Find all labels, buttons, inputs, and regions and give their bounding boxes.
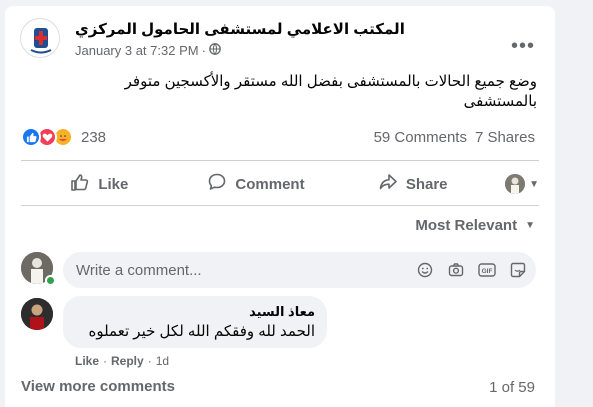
like-reaction-icon: [21, 127, 41, 147]
page-avatar[interactable]: [20, 18, 60, 58]
post-stats: 59 Comments 7 Shares: [374, 129, 535, 146]
online-status-indicator: [45, 275, 56, 286]
post-meta: January 3 at 7:32 PM ·: [75, 43, 221, 58]
gif-icon[interactable]: GIF: [477, 260, 497, 280]
commenter-avatar[interactable]: [21, 298, 53, 330]
share-icon: [378, 172, 398, 196]
reaction-profile-selector[interactable]: ▼: [491, 174, 539, 194]
comment-actions: Like · Reply · 1d: [75, 354, 169, 368]
post-actions: Like Comment Share ▼: [21, 166, 539, 202]
page-name[interactable]: المكتب الاعلامي لمستشفى الحامول المركزي: [75, 20, 405, 38]
divider: [21, 205, 539, 206]
caret-down-icon: ▼: [529, 178, 540, 190]
shares-count[interactable]: 7 Shares: [475, 129, 535, 146]
sticker-icon[interactable]: [508, 260, 528, 280]
emoji-icon[interactable]: [415, 260, 435, 280]
more-options-icon[interactable]: •••: [505, 28, 541, 64]
comment-reply-link[interactable]: Reply: [111, 354, 144, 368]
comment-like-link[interactable]: Like: [75, 354, 99, 368]
profile-avatar: [505, 174, 526, 194]
separator: ·: [147, 354, 152, 368]
composer-tools: GIF: [415, 260, 528, 280]
comment-button[interactable]: Comment: [178, 166, 335, 202]
comment-icon: [207, 172, 227, 196]
comment-sort-selector[interactable]: Most Relevant ▼: [415, 217, 535, 234]
thumbs-up-icon: [70, 172, 90, 196]
comment-author[interactable]: معاذ السيد: [75, 304, 315, 320]
sort-label: Most Relevant: [415, 217, 518, 234]
camera-icon[interactable]: [446, 260, 466, 280]
like-label: Like: [98, 175, 129, 193]
comment-label: Comment: [235, 175, 305, 193]
comment-input[interactable]: [76, 261, 396, 279]
comment-bubble: معاذ السيد الحمد لله وفقكم الله لكل خير …: [63, 296, 327, 348]
comments-count[interactable]: 59 Comments: [374, 129, 467, 146]
view-more-comments-link[interactable]: View more comments: [21, 378, 175, 395]
comment-text: الحمد لله وفقكم الله لكل خير تعملوه: [88, 323, 315, 340]
like-button[interactable]: Like: [21, 166, 178, 202]
reaction-count[interactable]: 238: [81, 129, 106, 146]
comment-composer[interactable]: GIF: [63, 252, 536, 288]
comment-time[interactable]: 1d: [156, 354, 169, 368]
post-date[interactable]: January 3 at 7:32 PM: [75, 43, 199, 58]
share-label: Share: [405, 175, 448, 193]
post-card: المكتب الاعلامي لمستشفى الحامول المركزي …: [5, 6, 555, 407]
svg-text:GIF: GIF: [482, 268, 493, 275]
meta-separator: ·: [201, 43, 206, 58]
page-background: [555, 0, 593, 407]
reactions-summary[interactable]: 238: [21, 127, 106, 147]
share-button[interactable]: Share: [334, 166, 491, 202]
separator: ·: [103, 354, 108, 368]
post-text: وضع جميع الحالات بالمستشفى بفضل الله مست…: [124, 73, 537, 110]
globe-icon: [209, 43, 221, 58]
caret-down-icon: ▼: [525, 220, 535, 231]
divider: [21, 160, 539, 161]
comment-pager: 1 of 59: [489, 379, 535, 396]
